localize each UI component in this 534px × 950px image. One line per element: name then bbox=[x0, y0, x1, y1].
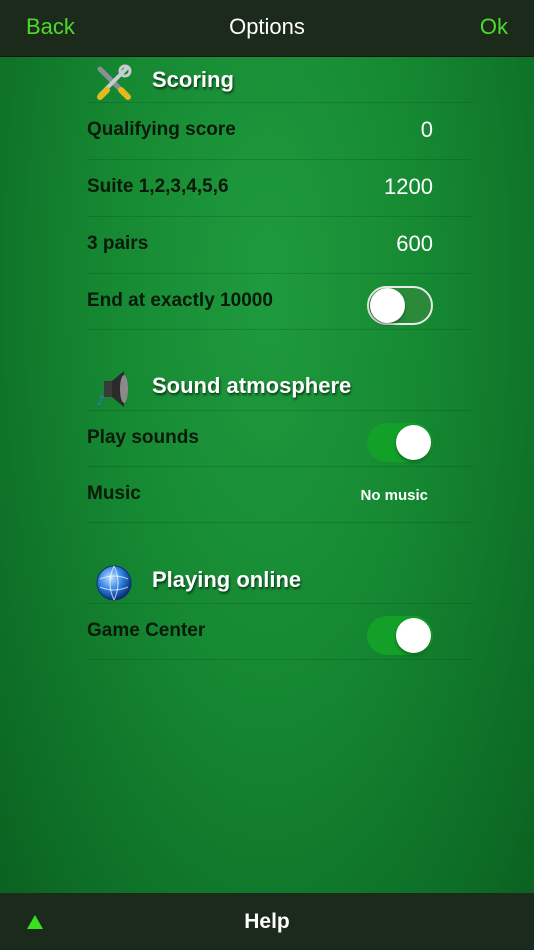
section-header-sound: ♪ Sound atmosphere bbox=[90, 363, 480, 413]
suite-label: Suite 1,2,3,4,5,6 bbox=[87, 176, 229, 197]
globe-icon bbox=[94, 563, 134, 603]
end-exact-label: End at exactly 10000 bbox=[87, 290, 273, 311]
suite-value[interactable]: 1200 bbox=[384, 174, 433, 200]
three-pairs-row[interactable]: 3 pairs 600 bbox=[87, 216, 471, 273]
play-sounds-label: Play sounds bbox=[87, 427, 199, 448]
music-value[interactable]: No music bbox=[360, 487, 428, 504]
speaker-icon: ♪ bbox=[94, 369, 134, 409]
qualifying-score-row[interactable]: Qualifying score 0 bbox=[87, 102, 471, 159]
play-sounds-toggle[interactable] bbox=[367, 423, 433, 462]
game-center-toggle[interactable] bbox=[367, 616, 433, 655]
toggle-knob bbox=[396, 618, 431, 653]
section-title-sound: Sound atmosphere bbox=[152, 373, 352, 398]
divider bbox=[87, 522, 471, 523]
play-sounds-row: Play sounds bbox=[87, 410, 471, 467]
help-bar[interactable]: Help bbox=[0, 893, 534, 950]
end-exact-row: End at exactly 10000 bbox=[87, 273, 471, 330]
music-row[interactable]: Music No music bbox=[87, 466, 471, 523]
divider bbox=[87, 659, 471, 660]
section-title-scoring: Scoring bbox=[152, 67, 234, 92]
three-pairs-value[interactable]: 600 bbox=[396, 231, 433, 257]
qualifying-score-value[interactable]: 0 bbox=[421, 117, 433, 143]
toggle-knob bbox=[370, 288, 405, 323]
section-title-online: Playing online bbox=[152, 567, 302, 592]
suite-row[interactable]: Suite 1,2,3,4,5,6 1200 bbox=[87, 159, 471, 216]
toggle-knob bbox=[396, 425, 431, 460]
end-exact-toggle[interactable] bbox=[367, 286, 433, 325]
divider bbox=[87, 329, 471, 330]
section-header-scoring: Scoring bbox=[90, 57, 480, 107]
tools-icon bbox=[94, 63, 134, 103]
page-title: Options bbox=[229, 14, 305, 39]
ok-button[interactable]: Ok bbox=[480, 14, 508, 40]
section-header-online: Playing online bbox=[90, 557, 480, 607]
music-label: Music bbox=[87, 483, 141, 504]
navigation-bar: Back Options Ok bbox=[0, 0, 534, 57]
svg-text:♪: ♪ bbox=[96, 393, 105, 409]
qualifying-score-label: Qualifying score bbox=[87, 119, 236, 140]
help-button[interactable]: Help bbox=[0, 910, 534, 934]
game-center-row: Game Center bbox=[87, 603, 471, 660]
game-center-label: Game Center bbox=[87, 620, 206, 641]
three-pairs-label: 3 pairs bbox=[87, 233, 149, 254]
